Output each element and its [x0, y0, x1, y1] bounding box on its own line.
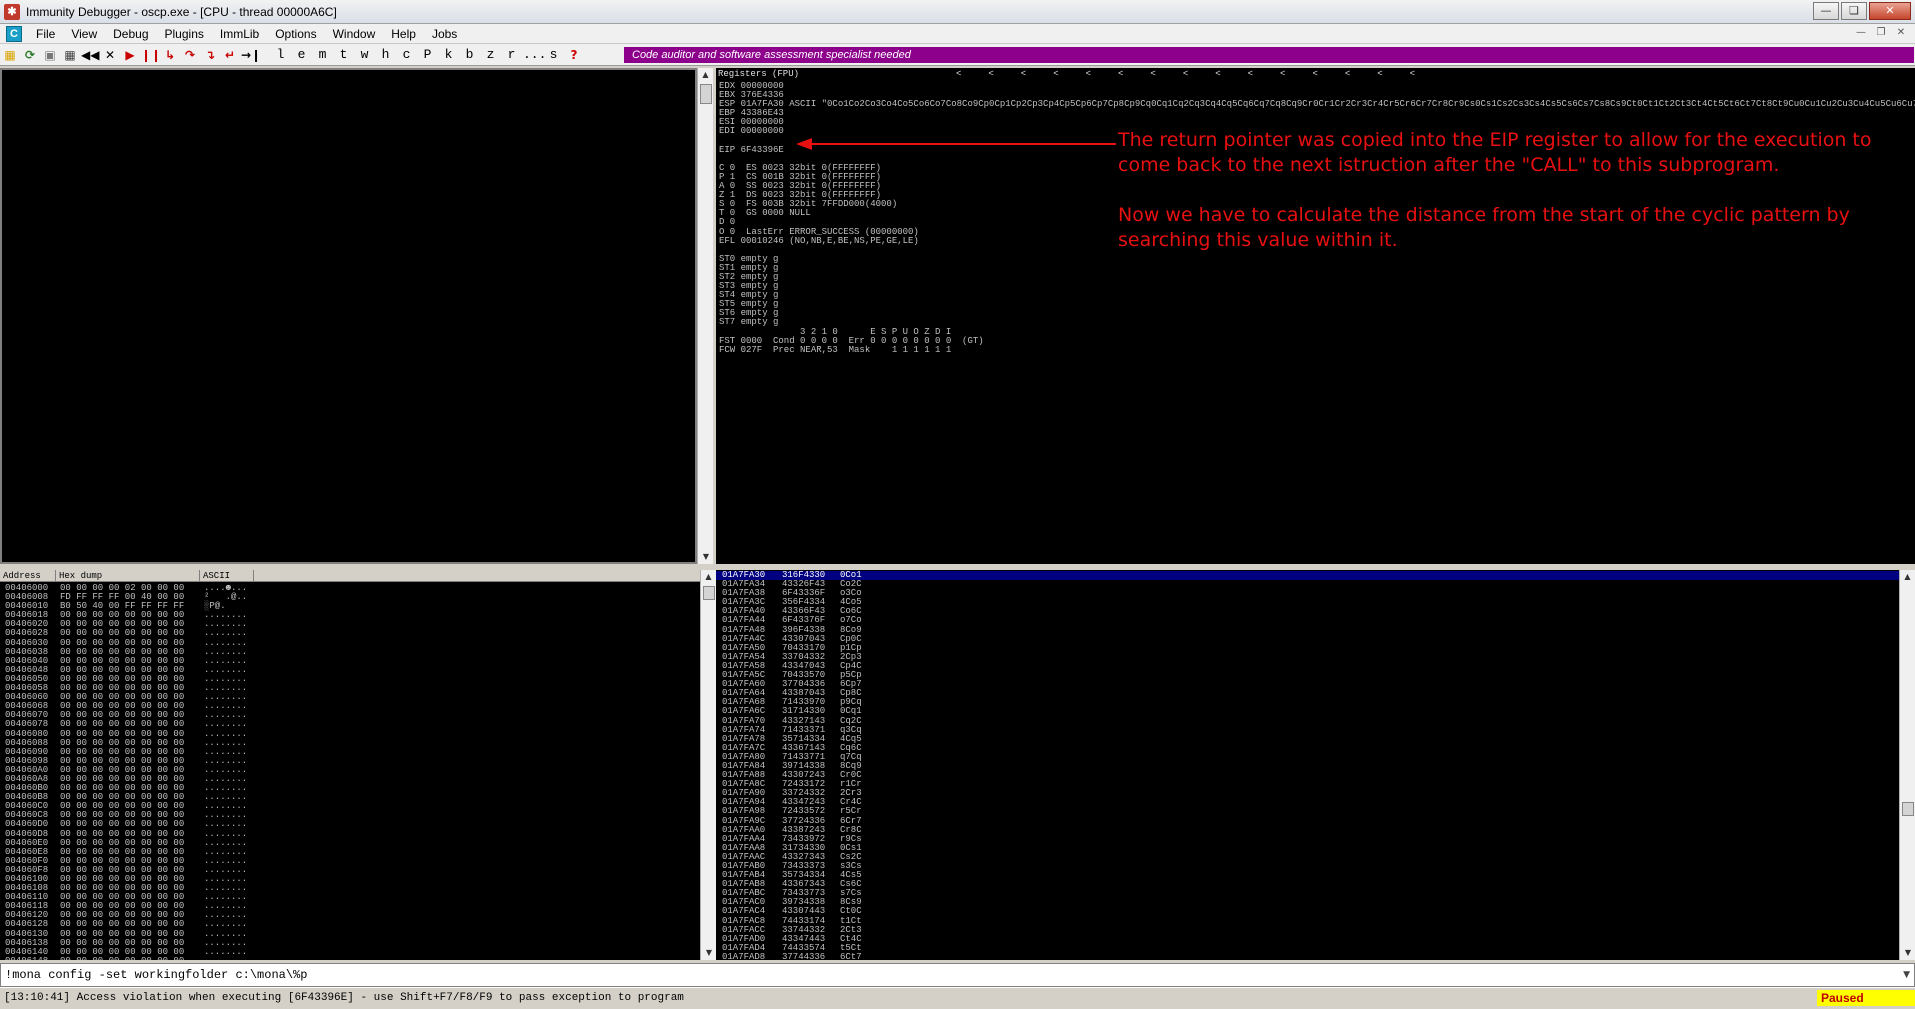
toolbar-memory-button[interactable]: m — [313, 46, 332, 64]
toolbar-cpu-button[interactable]: c — [397, 46, 416, 64]
help-icon[interactable]: ? — [565, 46, 583, 64]
maximize-button[interactable]: ❏ — [1841, 2, 1867, 20]
trace-over-icon[interactable]: ↵ — [221, 46, 239, 64]
trace-into-icon[interactable]: ↴ — [201, 46, 219, 64]
status-message: [13:10:41] Access violation when executi… — [4, 992, 684, 1004]
dump-header-ascii[interactable]: ASCII — [200, 570, 254, 582]
status-badge: Paused — [1817, 990, 1915, 1006]
toolbar-log-button[interactable]: l — [271, 46, 290, 64]
title-bar: ✱ Immunity Debugger - oscp.exe - [CPU - … — [0, 0, 1915, 24]
toolbar-threads-button[interactable]: t — [334, 46, 353, 64]
toolbar-callstack-button[interactable]: k — [439, 46, 458, 64]
dump-header-address[interactable]: Address — [0, 570, 56, 582]
stop-icon[interactable]: ✕ — [101, 46, 119, 64]
close-button[interactable]: ✕ — [1869, 2, 1911, 20]
toolbar-windows-button[interactable]: w — [355, 46, 374, 64]
disassembly-pane[interactable] — [0, 68, 697, 564]
stack-pane[interactable]: 01A7FA30 316F4330 0Co1 01A7FA34 43326F43 Co2C… — [716, 570, 1899, 960]
scroll-down-icon[interactable]: ▼ — [701, 946, 717, 960]
menu-options[interactable]: Options — [267, 27, 324, 41]
scroll-thumb[interactable] — [700, 84, 712, 104]
menu-bar: C File View Debug Plugins ImmLib Options… — [0, 24, 1915, 44]
scroll-up-icon[interactable]: ▲ — [1900, 570, 1915, 584]
menu-window[interactable]: Window — [325, 27, 384, 41]
annotation-paragraph-1: The return pointer was copied into the E… — [1118, 129, 1872, 176]
step-over-icon[interactable]: ↷ — [181, 46, 199, 64]
command-input-value: !mona config -set workingfolder c:\mona\… — [5, 968, 308, 982]
stack-address: 01A7FAD8 — [722, 951, 766, 960]
menu-plugins[interactable]: Plugins — [157, 27, 212, 41]
annotation-paragraph-2: Now we have to calculate the distance fr… — [1118, 204, 1850, 251]
scroll-up-icon[interactable]: ▲ — [698, 68, 713, 82]
register-line[interactable]: ST3 empty g — [719, 281, 1915, 291]
stack-scrollbar[interactable]: ▲ ▼ — [1899, 570, 1915, 960]
restart-icon[interactable]: ⟳ — [21, 46, 39, 64]
dump-pane[interactable]: Address Hex dump ASCII 00406000 00 00 00 … — [0, 570, 700, 960]
rewind-icon[interactable]: ◀◀ — [81, 46, 99, 64]
register-line[interactable]: EDX 00000000 — [719, 81, 1915, 91]
ad-banner[interactable]: Code auditor and software assessment spe… — [624, 47, 1914, 63]
toolbar-modules-button[interactable]: e — [292, 46, 311, 64]
dump-address: 00406148 — [5, 956, 48, 960]
toolbar-runtrace-button[interactable]: ... — [523, 46, 546, 64]
menu-file[interactable]: File — [28, 27, 63, 41]
menu-help[interactable]: Help — [383, 27, 424, 41]
menu-debug[interactable]: Debug — [105, 27, 156, 41]
status-bar: [13:10:41] Access violation when executi… — [0, 987, 1915, 1009]
grid-icon[interactable]: ▦ — [61, 46, 79, 64]
dump-hex: 00 00 00 00 00 00 00 00 — [60, 956, 184, 960]
register-line[interactable]: EBP 43386E43 — [719, 109, 1915, 118]
scroll-down-icon[interactable]: ▼ — [1900, 946, 1915, 960]
annotation-arrow — [796, 138, 1116, 150]
annotation-note: The return pointer was copied into the E… — [1118, 128, 1888, 278]
minimize-button[interactable]: — — [1813, 2, 1839, 20]
stack-value: 37744336 — [782, 951, 826, 960]
window-title: Immunity Debugger - oscp.exe - [CPU - th… — [26, 4, 337, 19]
toolbar-z-button[interactable]: z — [481, 46, 500, 64]
dump-ascii: ........ — [204, 956, 247, 960]
close-file-icon[interactable]: ▣ — [41, 46, 59, 64]
dump-header: Address Hex dump ASCII — [0, 570, 700, 582]
scroll-thumb[interactable] — [703, 586, 715, 600]
stack-ascii: 6Ct7 — [840, 951, 862, 960]
pause-icon[interactable]: ❙❙ — [141, 46, 161, 64]
command-dropdown-icon[interactable]: ▼ — [1903, 964, 1910, 986]
bug-icon: ✱ — [4, 3, 20, 20]
cpu-window-icon[interactable]: C — [6, 25, 22, 42]
menu-jobs[interactable]: Jobs — [424, 27, 465, 41]
open-icon[interactable]: ▦ — [1, 46, 19, 64]
mdi-close-button[interactable]: ✕ — [1893, 26, 1909, 40]
register-line[interactable]: ST6 empty g — [719, 309, 1915, 318]
toolbar-breakpoints-button[interactable]: b — [460, 46, 479, 64]
scroll-down-icon[interactable]: ▼ — [698, 550, 714, 564]
execute-till-return-icon[interactable]: →❙ — [241, 46, 261, 64]
registers-header-arrows[interactable]: < < < < < < < < < < < < < < < — [956, 69, 1415, 79]
toolbar-references-button[interactable]: r — [502, 46, 521, 64]
step-into-icon[interactable]: ↳ — [161, 46, 179, 64]
disassembly-scrollbar[interactable]: ▲ ▼ — [697, 68, 713, 564]
command-input[interactable]: !mona config -set workingfolder c:\mona\… — [0, 963, 1915, 987]
toolbar-source-button[interactable]: s — [544, 46, 563, 64]
toolbar-handles-button[interactable]: h — [376, 46, 395, 64]
scroll-up-icon[interactable]: ▲ — [701, 570, 716, 584]
stack-selection-highlight — [716, 571, 1899, 580]
registers-header: Registers (FPU) — [718, 69, 800, 79]
register-line[interactable]: ESI 00000000 — [719, 118, 1915, 127]
mdi-restore-button[interactable]: ❐ — [1873, 26, 1889, 40]
register-line[interactable]: ST5 empty g — [719, 300, 1915, 309]
dump-header-hex[interactable]: Hex dump — [56, 570, 200, 582]
register-line[interactable]: FCW 027F Prec NEAR,53 Mask 1 1 1 1 1 1 — [719, 345, 1915, 355]
dump-scrollbar[interactable]: ▲ ▼ — [700, 570, 716, 960]
scroll-thumb[interactable] — [1902, 802, 1914, 816]
register-line[interactable]: ST4 empty g — [719, 291, 1915, 300]
run-icon[interactable]: ▶ — [121, 46, 139, 64]
toolbar-patches-button[interactable]: P — [418, 46, 437, 64]
register-line[interactable]: ESP 01A7FA30 ASCII "0Co1Co2Co3Co4Co5Co6C… — [719, 100, 1915, 109]
mdi-minimize-button[interactable]: — — [1853, 26, 1869, 40]
menu-immlib[interactable]: ImmLib — [212, 27, 267, 41]
menu-view[interactable]: View — [63, 27, 105, 41]
